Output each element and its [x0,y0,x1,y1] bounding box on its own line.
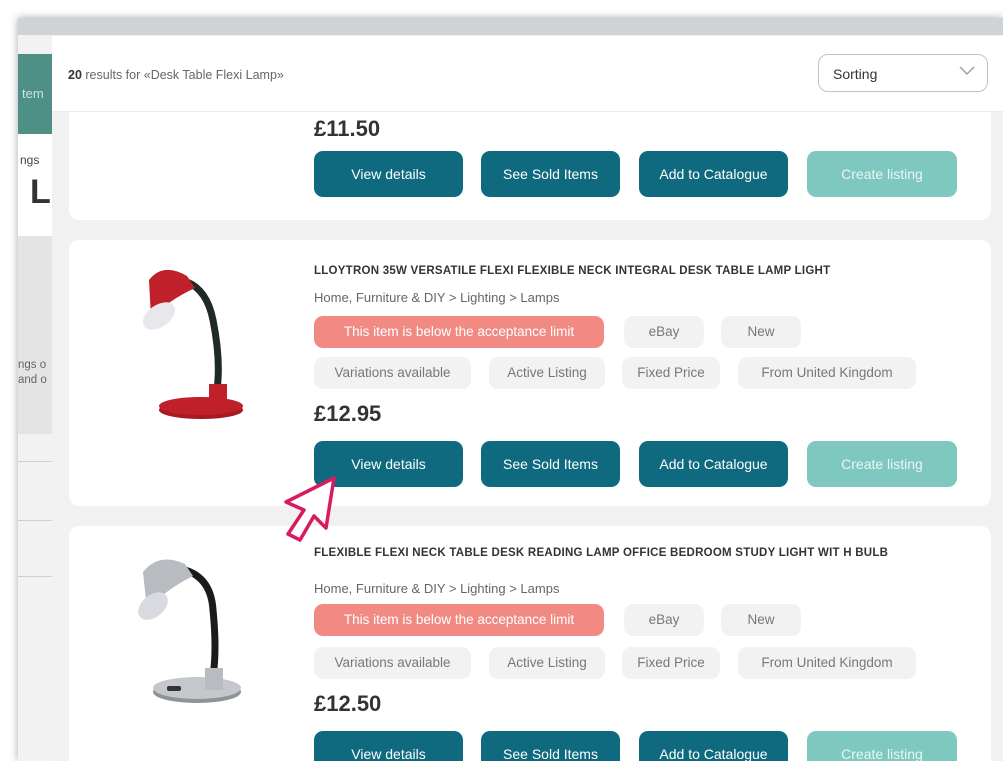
condition-badge: New [721,316,801,348]
create-listing-button[interactable]: Create listing [807,731,957,761]
listing-format-badge: Fixed Price [622,647,720,679]
listing-status-badge: Active Listing [489,647,605,679]
see-sold-items-button[interactable]: See Sold Items [481,731,620,761]
product-price: £12.95 [314,401,382,426]
sorting-dropdown[interactable]: Sorting [818,54,988,92]
view-details-button[interactable]: View details [314,151,463,197]
background-top-strip [18,18,1003,35]
marketplace-badge: eBay [624,604,704,636]
background-label: ngs [20,153,40,167]
acceptance-warning-badge: This item is below the acceptance limit [314,604,604,636]
product-category: Home, Furniture & DIY > Lighting > Lamps [314,290,560,305]
background-heading: L [30,173,51,211]
create-listing-button[interactable]: Create listing [807,151,957,197]
add-to-catalogue-button[interactable]: Add to Catalogue [639,441,788,487]
listing-status-badge: Active Listing [489,357,605,389]
see-sold-items-button[interactable]: See Sold Items [481,441,620,487]
product-title[interactable]: LLOYTRON 35W VERSATILE FLEXI FLEXIBLE NE… [314,264,974,279]
condition-badge: New [721,604,801,636]
see-sold-items-button[interactable]: See Sold Items [481,151,620,197]
sorting-label: Sorting [833,66,878,82]
results-summary: 20 results for «Desk Table Flexi Lamp» [68,68,284,82]
product-title[interactable]: FLEXIBLE FLEXI NECK TABLE DESK READING L… [314,546,974,561]
silver-desk-lamp-image [129,546,255,706]
modal-header: 20 results for «Desk Table Flexi Lamp» S… [52,36,1003,112]
product-category: Home, Furniture & DIY > Lighting > Lamps [314,581,560,596]
results-list: £11.50 View details See Sold Items Add t… [52,71,1003,761]
create-listing-button[interactable]: Create listing [807,441,957,487]
search-results-modal: 20 results for «Desk Table Flexi Lamp» S… [52,36,1003,761]
listing-format-badge: Fixed Price [622,357,720,389]
red-desk-lamp-image [129,260,255,420]
add-to-catalogue-button[interactable]: Add to Catalogue [639,731,788,761]
variations-badge: Variations available [314,647,471,679]
product-price: £11.50 [314,116,381,141]
product-card: FLEXIBLE FLEXI NECK TABLE DESK READING L… [69,526,991,761]
background-text: ngs o and o [18,359,47,386]
view-details-button[interactable]: View details [314,731,463,761]
results-count: 20 [68,68,82,82]
results-query: results for «Desk Table Flexi Lamp» [85,68,284,82]
variations-badge: Variations available [314,357,471,389]
location-badge: From United Kingdom [738,357,916,389]
location-badge: From United Kingdom [738,647,916,679]
chevron-down-icon [959,66,975,76]
acceptance-warning-badge: This item is below the acceptance limit [314,316,604,348]
product-price: £12.50 [314,691,382,716]
product-card: LLOYTRON 35W VERSATILE FLEXI FLEXIBLE NE… [69,240,991,506]
marketplace-badge: eBay [624,316,704,348]
add-to-catalogue-button[interactable]: Add to Catalogue [639,151,788,197]
pointer-cursor-icon [284,476,336,542]
